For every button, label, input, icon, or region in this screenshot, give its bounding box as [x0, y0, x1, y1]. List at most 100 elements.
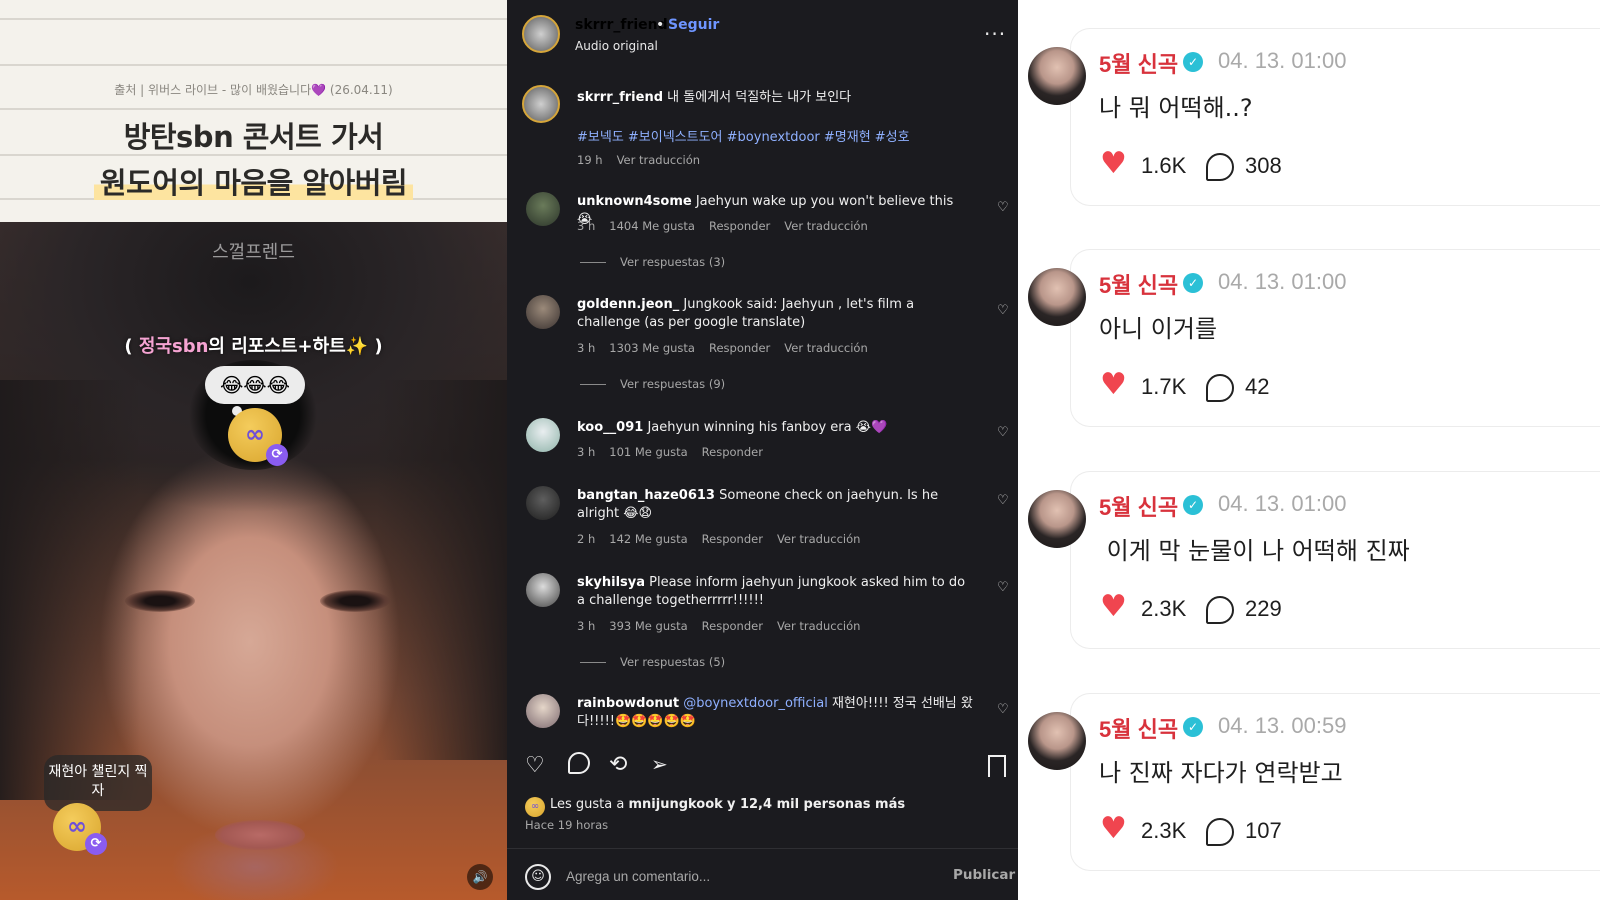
comment-avatar[interactable] [526, 694, 560, 728]
reply-link[interactable]: Responder [702, 445, 763, 459]
comment-like-heart-icon[interactable]: ♡ [997, 425, 1009, 440]
reply-link[interactable]: Responder [702, 619, 763, 633]
author-name[interactable]: 5월 신곡 [1099, 490, 1178, 522]
heart-icon[interactable]: ♥ [1100, 146, 1127, 181]
avatar[interactable] [1028, 490, 1086, 548]
publish-button[interactable]: Publicar [953, 867, 1015, 883]
video-overlay-caption: ( 정국sbn의 리포스트+하트✨ ) [124, 336, 383, 357]
video-watermark: 스껄프렌드 [212, 242, 295, 263]
note-avatar: ∞ ⟳ [53, 803, 107, 855]
verified-badge-icon: ✓ [1183, 717, 1203, 737]
post-date: 04. 13. 01:00 [1218, 491, 1347, 516]
like-count: 1.6K [1141, 153, 1187, 178]
post-meta: 19 h Ver traducción [577, 153, 701, 167]
share-icon[interactable]: ➢ [651, 752, 668, 776]
comment-like-heart-icon[interactable]: ♡ [997, 303, 1009, 318]
emoji-icon[interactable]: ☺ [525, 864, 551, 890]
post-date: 04. 13. 01:00 [1218, 269, 1347, 294]
translate-link[interactable]: Ver traducción [777, 619, 860, 633]
post-caption: skrrr_friend 내 돌에게서 덕질하는 내가 보인다 [577, 90, 852, 105]
comment-like-heart-icon[interactable]: ♡ [997, 493, 1009, 508]
comment-text: goldenn.jeon_ Jungkook said: Jaehyun , l… [577, 297, 915, 330]
video-headline-line2: 원도어의 마음을 알아버림 [93, 166, 414, 200]
video-eye-right [320, 590, 390, 612]
comment-count: 42 [1245, 374, 1270, 399]
verified-badge-icon: ✓ [1183, 52, 1203, 72]
challenge-note: 재현아 챌린지 찍자 [44, 755, 152, 811]
like-count: 2.3K [1141, 596, 1187, 621]
heart-icon[interactable]: ♥ [1100, 589, 1127, 624]
author-name[interactable]: 5월 신곡 [1099, 712, 1178, 744]
comment-count: 229 [1245, 596, 1282, 621]
volume-icon[interactable]: 🔊 [467, 864, 493, 890]
author-name[interactable]: 5월 신곡 [1099, 47, 1178, 79]
comment-avatar[interactable] [526, 486, 560, 520]
comment-like-heart-icon[interactable]: ♡ [997, 580, 1009, 595]
header-username[interactable]: skrrr_friend [575, 17, 668, 33]
post-avatar[interactable] [522, 85, 560, 123]
post-date: 04. 13. 01:00 [1218, 48, 1347, 73]
reply-link[interactable]: Responder [709, 341, 770, 355]
author-name[interactable]: 5월 신곡 [1099, 268, 1178, 300]
view-replies-link[interactable]: Ver respuestas (5) [580, 655, 725, 669]
comment-icon[interactable] [1206, 153, 1234, 181]
heart-icon[interactable]: ♥ [1100, 367, 1127, 402]
comment-avatar[interactable] [526, 295, 560, 329]
comment-icon[interactable] [1206, 374, 1234, 402]
reply-link[interactable]: Responder [702, 532, 763, 546]
bookmark-icon[interactable] [988, 755, 1006, 777]
heart-icon[interactable]: ♡ [525, 753, 545, 778]
comment-avatar[interactable] [526, 418, 560, 452]
comment-meta: 3 h 393 Me gusta Responder Ver traducción [577, 619, 861, 633]
comment-avatar[interactable] [526, 192, 560, 226]
mention-link[interactable]: @boynextdoor_official [683, 696, 828, 711]
comment-count: 308 [1245, 153, 1282, 178]
video-headline-line1: 방탄sbn 콘서트 가서 [123, 120, 384, 154]
comment-meta: 2 h 142 Me gusta Responder Ver traducción [577, 532, 861, 546]
avatar[interactable] [1028, 47, 1086, 105]
header-dot: • [656, 17, 665, 33]
comment-text: koo__091 Jaehyun winning his fanboy era … [577, 420, 888, 435]
comment-meta: 3 h 1303 Me gusta Responder Ver traducción [577, 341, 868, 355]
post-hashtags[interactable]: #보넥도 #보이넥스트도어 #boynextdoor #명재현 #성호 [577, 126, 910, 145]
post-body: 아니 이거를 [1099, 315, 1218, 343]
comment-avatar[interactable] [526, 573, 560, 607]
repost-icon[interactable]: ⟲ [609, 752, 627, 777]
view-replies-link[interactable]: Ver respuestas (3) [580, 255, 725, 269]
video-title-banner: 출처 | 위버스 라이브 - 많이 배웠습니다💜 (26.04.11) 방탄sb… [0, 0, 507, 222]
post-date: 04. 13. 00:59 [1218, 713, 1347, 738]
like-count: 1.7K [1141, 374, 1187, 399]
likes-summary[interactable]: Les gusta a mnijungkook y 12,4 mil perso… [550, 797, 905, 812]
video-panel[interactable]: 출처 | 위버스 라이브 - 많이 배웠습니다💜 (26.04.11) 방탄sb… [0, 0, 507, 900]
reply-link[interactable]: Responder [709, 219, 770, 233]
comment-input[interactable] [566, 864, 926, 888]
translate-link[interactable]: Ver traducción [784, 341, 867, 355]
post-body: 이게 막 눈물이 나 어떡해 진짜 [1099, 537, 1410, 565]
audio-link[interactable]: Audio original [575, 39, 658, 53]
post-translate-link[interactable]: Ver traducción [617, 153, 700, 167]
translate-link[interactable]: Ver traducción [784, 219, 867, 233]
comment-meta: 3 h 1404 Me gusta Responder Ver traducción [577, 219, 868, 233]
repost-icon: ⟳ [85, 833, 107, 855]
comment-like-heart-icon[interactable]: ♡ [997, 702, 1009, 717]
repost-avatar: ∞ ⟳ [228, 408, 288, 466]
comment-like-heart-icon[interactable]: ♡ [997, 200, 1009, 215]
avatar[interactable] [1028, 712, 1086, 770]
more-options-icon[interactable]: ··· [984, 22, 1006, 46]
comment-meta: 3 h 101 Me gusta Responder [577, 445, 763, 459]
comment-icon[interactable] [1206, 818, 1234, 846]
comment-icon[interactable] [1206, 596, 1234, 624]
heart-icon[interactable]: ♥ [1100, 811, 1127, 846]
comment-icon[interactable] [568, 752, 590, 774]
header-avatar[interactable] [522, 15, 560, 53]
post-body: 나 뭐 어떡해..? [1099, 94, 1253, 122]
comment-count: 107 [1245, 818, 1282, 843]
video-source-caption: 출처 | 위버스 라이브 - 많이 배웠습니다💜 (26.04.11) [114, 83, 393, 97]
comment-text: bangtan_haze0613 Someone check on jaehyu… [577, 488, 939, 521]
follow-button[interactable]: Seguir [668, 17, 719, 33]
translate-link[interactable]: Ver traducción [777, 532, 860, 546]
view-replies-link[interactable]: Ver respuestas (9) [580, 377, 725, 391]
avatar[interactable] [1028, 268, 1086, 326]
comment-text: skyhilsya Please inform jaehyun jungkook… [577, 575, 966, 608]
comment-text: rainbowdonut @boynextdoor_official 재현아!!… [577, 696, 973, 729]
